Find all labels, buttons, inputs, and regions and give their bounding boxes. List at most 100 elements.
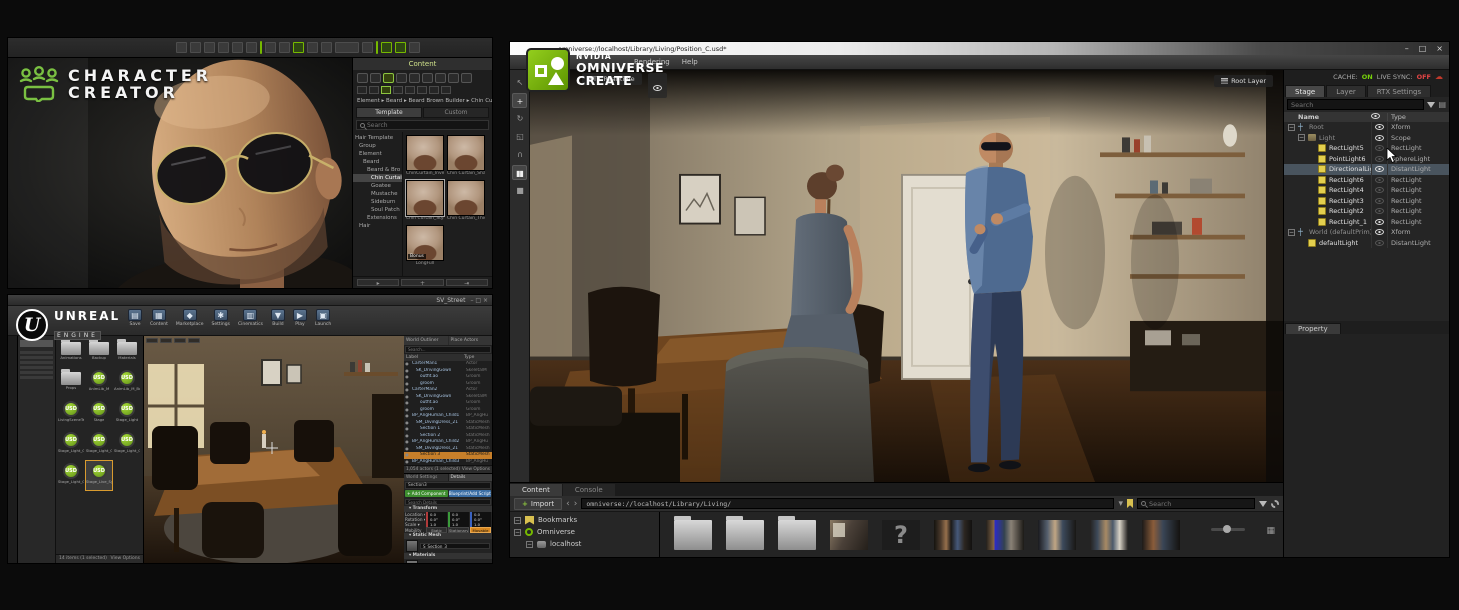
cc-scale-icon[interactable] xyxy=(246,42,257,53)
cc-thumbnail-item[interactable]: ChinCurtain_Inverse xyxy=(406,135,444,177)
ue-asset-item[interactable]: USD Stage_Light_Guard2 xyxy=(114,430,140,459)
cc-cat-shoes-icon[interactable] xyxy=(409,73,420,83)
visibility-cell[interactable] xyxy=(1371,122,1387,133)
ue-toolbar-button[interactable]: ▥ Cinematics xyxy=(238,309,263,327)
ue-toolbar-button[interactable]: ◆ Marketplace xyxy=(176,309,204,327)
cc-tree-item[interactable]: Hair Template xyxy=(353,134,402,142)
stage-tree-row[interactable]: − RectLight3 RectLight xyxy=(1284,196,1449,207)
ue-asset-item[interactable]: Backup xyxy=(86,338,112,366)
cc-tab[interactable]: Custom xyxy=(423,107,489,118)
ue-asset-item[interactable]: USD Stage_Light xyxy=(114,399,140,428)
cc-cat-acc-icon[interactable] xyxy=(435,73,446,83)
content-tree-item[interactable]: − Bookmarks xyxy=(510,514,659,526)
back-button[interactable]: ‹ xyxy=(566,499,570,509)
add-component-button[interactable]: + Add Component xyxy=(405,490,448,497)
tab-property[interactable]: Property xyxy=(1285,323,1341,334)
ue-asset-item[interactable]: USD AnimLib_M_BodySuit xyxy=(114,368,140,397)
ue-outliner-search[interactable]: Search... xyxy=(405,346,491,353)
ov-panel-tab[interactable]: RTX Settings xyxy=(1367,85,1431,97)
content-thumbnail[interactable] xyxy=(934,520,972,550)
ov-tool-button[interactable]: ↖ xyxy=(512,75,527,90)
ue-asset-item[interactable]: Animations xyxy=(58,338,84,366)
ue-details-search[interactable]: Search Details xyxy=(405,499,491,505)
visibility-cell[interactable] xyxy=(1371,143,1387,154)
tab-place-actors[interactable]: Place Actors xyxy=(449,336,493,345)
tab-content[interactable]: Content xyxy=(510,484,562,496)
ue-source-row[interactable] xyxy=(20,351,53,354)
visibility-cell[interactable] xyxy=(1371,154,1387,165)
cc-tree-item[interactable]: Extensions xyxy=(353,214,402,222)
stage-tree-row[interactable]: − World (defaultPrim) Xform xyxy=(1284,227,1449,238)
filter-icon[interactable] xyxy=(1259,501,1267,507)
cc-tree-item[interactable]: Group xyxy=(353,142,402,150)
expand-toggle[interactable]: − xyxy=(1288,124,1295,131)
root-layer-button[interactable]: Root Layer xyxy=(1214,75,1273,87)
ov-tool-button[interactable]: ■ xyxy=(512,183,527,198)
ue-window-controls[interactable]: – □ × xyxy=(470,297,488,304)
cc-footer-button[interactable]: + xyxy=(401,279,443,286)
import-button[interactable]: + Import xyxy=(514,498,562,510)
cc-cat-skin-icon[interactable] xyxy=(357,73,368,83)
col-type[interactable]: Type xyxy=(1387,113,1449,121)
ue-toolbar-button[interactable]: ▼ Build xyxy=(271,309,285,327)
cc-footer-button[interactable]: ▸ xyxy=(357,279,399,286)
ue-asset-item[interactable]: Props xyxy=(58,368,84,397)
blueprint-add-script-button[interactable]: Blueprint/Add Script xyxy=(449,490,492,497)
ue-source-row[interactable] xyxy=(20,371,53,374)
path-dropdown-icon[interactable]: ▾ xyxy=(1118,499,1123,509)
ov-panel-tab[interactable]: Layer xyxy=(1326,85,1366,97)
cc-sub-2-icon[interactable] xyxy=(369,86,379,94)
col-name[interactable]: Name xyxy=(1284,113,1371,121)
stage-tree-row[interactable]: − PointLight6 SphereLight xyxy=(1284,154,1449,165)
visibility-cell[interactable] xyxy=(1371,164,1387,175)
cc-sub-5-icon[interactable] xyxy=(405,86,415,94)
cc-redo-icon[interactable] xyxy=(190,42,201,53)
content-thumbnail[interactable] xyxy=(986,520,1024,550)
close-button[interactable]: × xyxy=(1436,44,1443,53)
content-thumbnail[interactable] xyxy=(1090,520,1128,550)
cc-thumbnail-item[interactable]: Chin Curtain_Thick xyxy=(447,180,485,222)
cc-cat-hair-icon[interactable] xyxy=(383,73,394,83)
ue-view-options[interactable]: View Options xyxy=(111,556,140,562)
ue-asset-item[interactable]: USD Stage_Light_Guard3 xyxy=(58,461,84,490)
visibility-cell[interactable] xyxy=(1371,196,1387,207)
cc-sub-7-icon[interactable] xyxy=(429,86,439,94)
stage-tree-row[interactable]: − DirectionalLight_ DistantLight xyxy=(1284,164,1449,175)
cc-undo-icon[interactable] xyxy=(176,42,187,53)
ue-toolbar-button[interactable]: ▣ Launch xyxy=(315,309,331,327)
ue-titlebar[interactable]: SV_Street – □ × xyxy=(8,295,492,306)
content-thumbnail[interactable] xyxy=(1142,520,1180,550)
tab-world-settings[interactable]: World Settings xyxy=(404,474,448,481)
visibility-cell[interactable] xyxy=(1371,185,1387,196)
stage-options-icon[interactable]: ▤ xyxy=(1438,100,1446,109)
stage-tree-row[interactable]: − RectLight6 RectLight xyxy=(1284,175,1449,186)
cc-preview-icon[interactable] xyxy=(321,42,332,53)
cc-cat-scene-icon[interactable] xyxy=(461,73,472,83)
ov-tool-button[interactable]: ▮▮ xyxy=(512,165,527,180)
ue-actor-name-field[interactable]: Section3 xyxy=(405,482,491,489)
cc-search-input[interactable] xyxy=(367,122,485,129)
stage-tree-row[interactable]: − RectLight2 RectLight xyxy=(1284,206,1449,217)
cc-tree-item[interactable]: Beard & Bro xyxy=(353,166,402,174)
ue-viewport[interactable] xyxy=(144,336,404,563)
cc-edit-texture-icon[interactable] xyxy=(395,42,406,53)
stage-tree-row[interactable]: − RectLight_1 RectLight xyxy=(1284,217,1449,228)
cc-sub-6-icon[interactable] xyxy=(417,86,427,94)
cc-pose-icon[interactable] xyxy=(409,42,420,53)
cc-thumbnail-item[interactable]: Chin Curtain_Sharp xyxy=(447,135,485,177)
cc-dropdown[interactable] xyxy=(335,42,359,53)
ue-outliner-view-options[interactable]: View Options xyxy=(462,467,490,472)
ov-tool-button[interactable]: ◱ xyxy=(512,129,527,144)
ue-asset-item[interactable]: USD Stage_Live_Sync xyxy=(86,461,112,490)
cc-sub-8-icon[interactable] xyxy=(441,86,451,94)
cc-display-icon[interactable] xyxy=(307,42,318,53)
cc-cat-gloves-icon[interactable] xyxy=(422,73,433,83)
tab-details[interactable]: Details xyxy=(449,474,493,481)
cc-rotate-icon[interactable] xyxy=(232,42,243,53)
ov-tool-button[interactable]: ↻ xyxy=(512,111,527,126)
content-thumbnail[interactable] xyxy=(1038,520,1076,550)
ue-asset-item[interactable]: Materials xyxy=(114,338,140,366)
cc-tree-item[interactable]: Goatee xyxy=(353,182,402,190)
col-visibility-icon[interactable] xyxy=(1371,113,1387,121)
stage-tree-row[interactable]: − Root Xform xyxy=(1284,122,1449,133)
